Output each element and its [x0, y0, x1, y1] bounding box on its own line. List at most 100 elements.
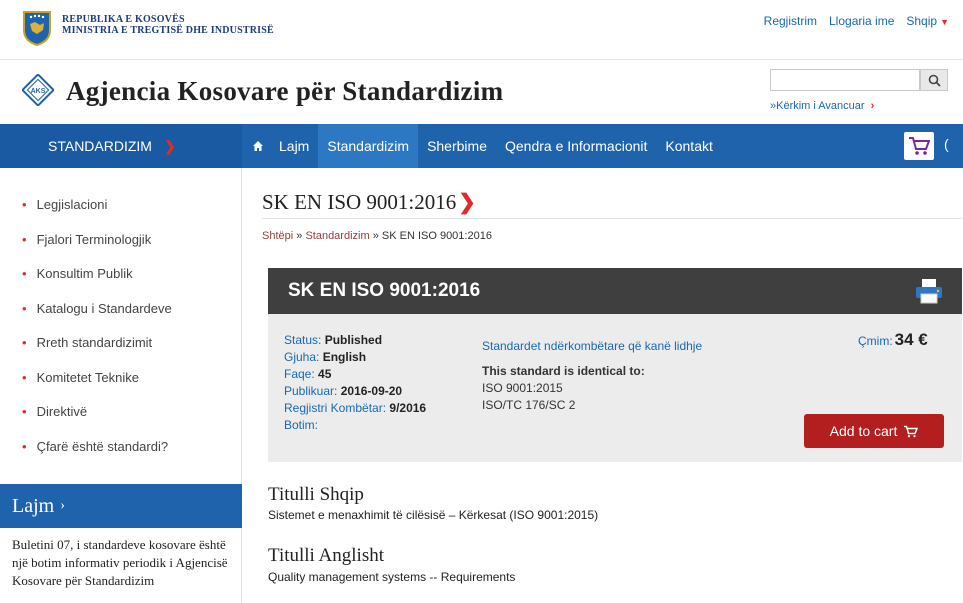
- advanced-search-label: »Kërkim i Avancuar: [770, 100, 865, 112]
- search-icon: [928, 74, 941, 87]
- sidebar-item-label: Komitetet Teknike: [36, 369, 139, 385]
- albanian-title-heading: Titulli Shqip: [268, 484, 364, 505]
- breadcrumb-home[interactable]: Shtëpi: [262, 230, 293, 242]
- language-selector[interactable]: Shqip ▼: [906, 14, 949, 28]
- language-label: Shqip: [906, 14, 938, 28]
- meta-language: Gjuha: English: [284, 349, 426, 366]
- bullet-icon: •: [22, 404, 27, 419]
- bullet-icon: •: [22, 438, 27, 454]
- advanced-search-link[interactable]: »Kërkim i Avancuar ›: [770, 100, 874, 112]
- page-title-text: SK EN ISO 9001:2016: [262, 190, 457, 214]
- meta-registry: Regjistri Kombëtar: 9/2016: [284, 400, 426, 417]
- sidebar-list: • Legjislacioni • Fjalori Terminologjik • K…: [22, 197, 172, 473]
- sidebar-item-direktive[interactable]: • Direktivë: [22, 404, 172, 439]
- meta-label: Status:: [284, 333, 322, 347]
- sidebar-item-katalogu[interactable]: • Katalogu i Standardeve: [22, 301, 172, 336]
- meta-value: 45: [318, 367, 332, 381]
- standard-card-body: Status: Published Gjuha: English Faqe: 4…: [268, 314, 962, 462]
- cart-glyph-icon: [909, 137, 930, 155]
- price: Çmim: 34 €: [858, 330, 928, 350]
- meta-label: Regjistri Kombëtar:: [284, 401, 387, 415]
- top-links: Regjistrim Llogaria ime Shqip ▼: [764, 14, 949, 28]
- chevron-right-icon: ›: [870, 100, 875, 112]
- sidebar-item-label: Legjislacioni: [36, 197, 108, 212]
- chevron-down-icon: ❯: [163, 137, 176, 154]
- meta-value: 2016-09-20: [340, 384, 403, 398]
- meta-value: 9/2016: [389, 401, 427, 415]
- sidebar-item-rreth-standardizimit[interactable]: • Rreth standardizimit: [22, 335, 172, 370]
- breadcrumb: Shtëpi » Standardizim » SK EN ISO 9001:2…: [262, 230, 492, 242]
- nav-item-standardizim[interactable]: Standardizim: [318, 124, 419, 168]
- sidebar-item-label: Çfarë është standardi?: [36, 438, 169, 454]
- home-glyph-icon: [253, 141, 263, 151]
- bullet-icon: •: [22, 335, 27, 350]
- search-input[interactable]: [770, 69, 920, 91]
- svg-text:AKS: AKS: [31, 88, 46, 95]
- add-to-cart-button[interactable]: Add to cart: [804, 414, 944, 448]
- breadcrumb-separator: »: [293, 230, 306, 242]
- home-icon[interactable]: [242, 124, 270, 168]
- standard-code: SK EN ISO 9001:2016: [288, 280, 481, 301]
- price-label: Çmim:: [858, 334, 893, 348]
- aks-logo-icon[interactable]: AKS: [22, 74, 54, 106]
- print-icon[interactable]: [915, 278, 943, 304]
- nav-item-sherbime[interactable]: Sherbime: [418, 124, 496, 168]
- sidebar-item-label: Katalogu i Standardeve: [36, 300, 172, 316]
- ministry-line-1: REPUBLIKA E KOSOVËS: [62, 14, 185, 25]
- sidebar-item-cfare-eshte-standardi[interactable]: • Çfarë është standardi?: [22, 439, 172, 474]
- price-value: 34 €: [894, 330, 928, 349]
- english-title-text: Quality management systems -- Requiremen…: [268, 570, 516, 584]
- search-button[interactable]: [920, 69, 948, 91]
- sidebar-item-konsultim-publik[interactable]: • Konsultim Publik: [22, 266, 172, 301]
- nav-item-lajm[interactable]: Lajm: [270, 124, 318, 168]
- related-standards-link[interactable]: Standardet ndërkombëtare që kanë lidhje: [482, 338, 702, 355]
- ministry-line-2: MINISTRIA E TREGTISË DHE INDUSTRISË: [62, 25, 274, 36]
- kosovo-emblem-icon: [23, 11, 51, 46]
- english-title-heading: Titulli Anglisht: [268, 545, 384, 566]
- site-title[interactable]: Agjencia Kosovare për Standardizim: [66, 76, 503, 107]
- divider: [262, 218, 962, 219]
- identical-label: This standard is identical to:: [482, 364, 645, 378]
- nav-items: Lajm Standardizim Sherbime Qendra e Info…: [242, 124, 722, 168]
- register-link[interactable]: Regjistrim: [764, 14, 817, 28]
- nav-item-kontakt[interactable]: Kontakt: [656, 124, 721, 168]
- nav-item-qendra-e-informacionit[interactable]: Qendra e Informacionit: [496, 124, 656, 168]
- breadcrumb-standardizim[interactable]: Standardizim: [305, 230, 369, 242]
- cart-icon: [904, 425, 919, 437]
- standard-card-header: SK EN ISO 9001:2016: [268, 268, 962, 314]
- sidebar-item-komitetet-teknike[interactable]: • Komitetet Teknike: [22, 370, 172, 405]
- ministry-name[interactable]: REPUBLIKA E KOSOVËS MINISTRIA E TREGTISË…: [62, 14, 274, 36]
- sidebar-item-legjislacioni[interactable]: • Legjislacioni: [22, 197, 172, 232]
- sidebar-item-label: Konsultim Publik: [36, 266, 133, 281]
- main-nav: STANDARDIZIM ❯ Lajm Standardizim Sherbim…: [0, 124, 963, 168]
- chevron-right-icon: ❯: [458, 191, 476, 214]
- standard-metadata: Status: Published Gjuha: English Faqe: 4…: [284, 332, 426, 434]
- cart-icon[interactable]: [904, 132, 934, 160]
- bullet-icon: •: [22, 300, 27, 316]
- nav-overflow: (: [944, 136, 949, 152]
- meta-value: Published: [324, 333, 383, 347]
- sidebar-item-fjalori-terminologjik[interactable]: • Fjalori Terminologjik: [22, 232, 172, 267]
- news-heading[interactable]: Lajm ›: [0, 484, 242, 528]
- meta-pages: Faqe: 45: [284, 366, 426, 383]
- sidebar-item-label: Rreth standardizimit: [36, 335, 153, 350]
- meta-label: Publikuar:: [284, 384, 338, 398]
- identical-item: ISO 9001:2015: [482, 381, 563, 395]
- breadcrumb-current: SK EN ISO 9001:2016: [381, 230, 492, 242]
- top-bar: REPUBLIKA E KOSOVËS MINISTRIA E TREGTISË…: [0, 0, 963, 60]
- category-menu[interactable]: STANDARDIZIM ❯: [0, 124, 242, 168]
- bullet-icon: •: [22, 266, 27, 281]
- meta-status: Status: Published: [284, 332, 426, 349]
- news-excerpt[interactable]: Buletini 07, i standardeve kosovare ësht…: [12, 536, 238, 590]
- bullet-icon: •: [22, 369, 27, 385]
- bullet-icon: •: [22, 197, 27, 212]
- albanian-title-text: Sistemet e menaxhimit të cilësisë – Kërk…: [268, 508, 599, 522]
- category-label: STANDARDIZIM: [48, 138, 152, 154]
- meta-label: Botim:: [284, 418, 319, 432]
- meta-label: Faqe:: [284, 367, 315, 381]
- bullet-icon: •: [22, 231, 27, 247]
- sidebar-item-label: Direktivë: [36, 404, 88, 419]
- identical-item: ISO/TC 176/SC 2: [482, 398, 576, 412]
- sidebar-item-label: Fjalori Terminologjik: [36, 231, 152, 247]
- my-account-link[interactable]: Llogaria ime: [829, 14, 894, 28]
